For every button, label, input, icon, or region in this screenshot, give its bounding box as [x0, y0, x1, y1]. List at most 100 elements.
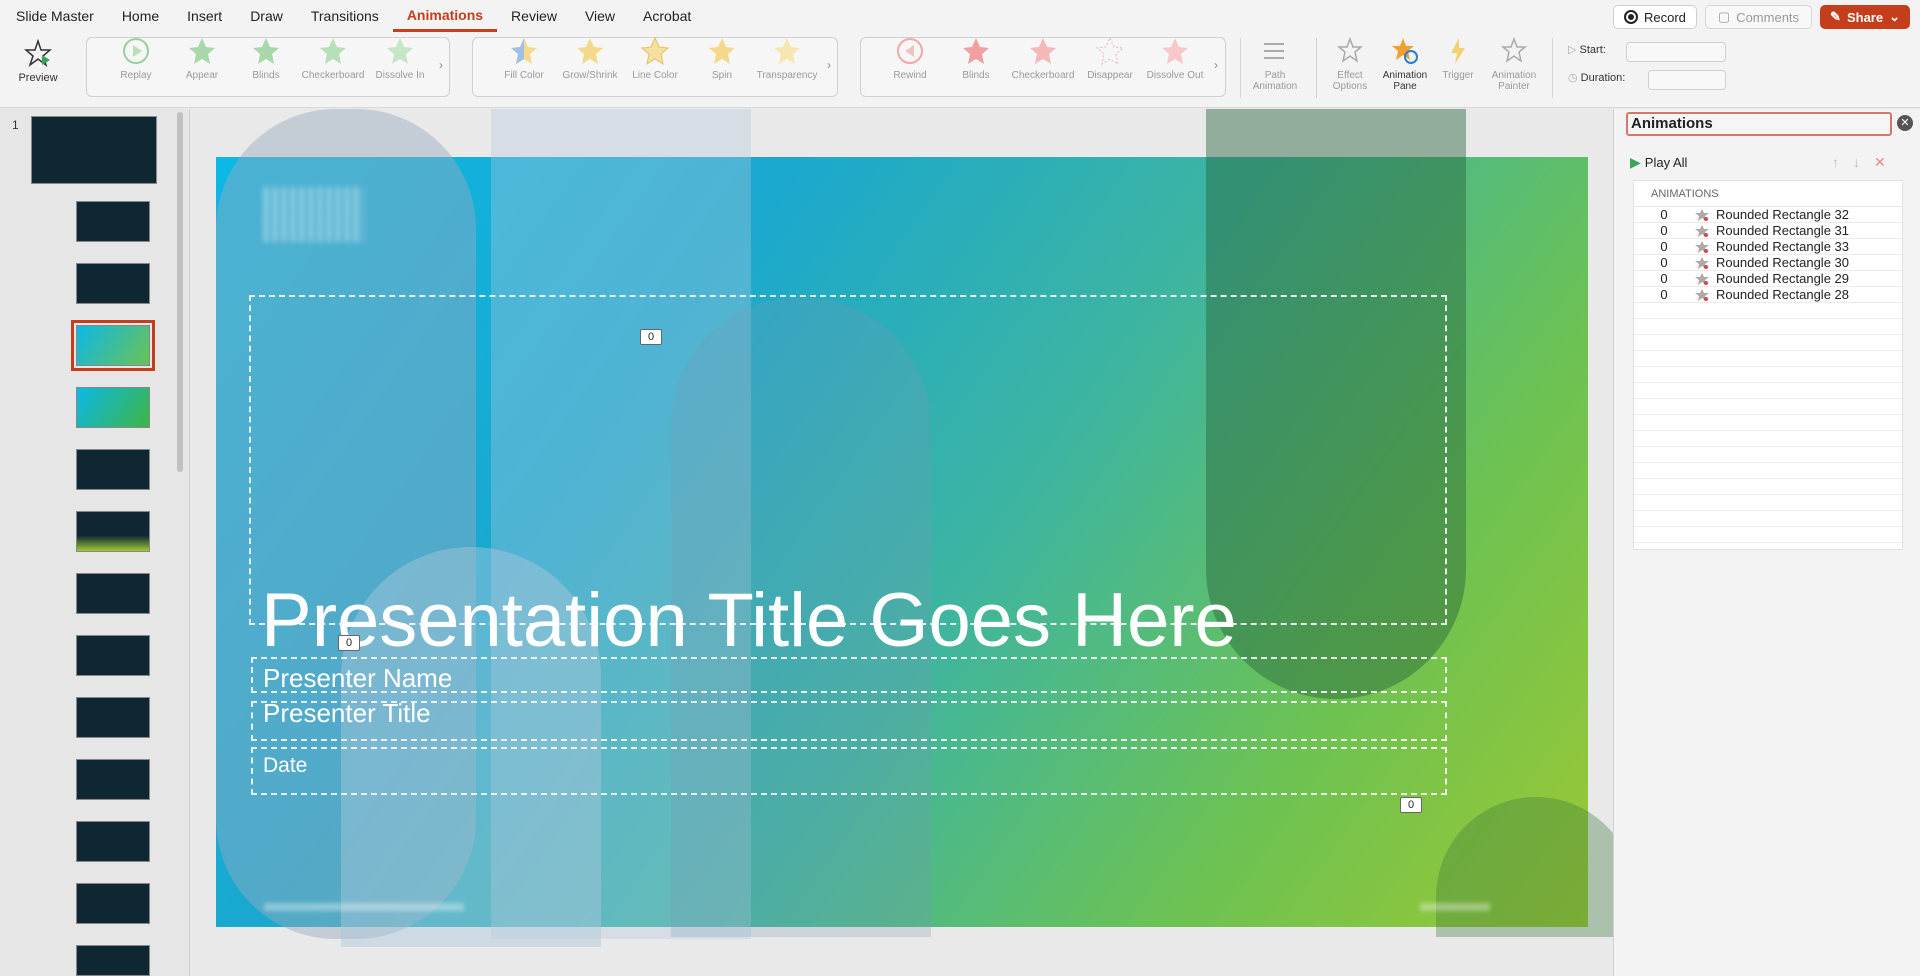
tab-view[interactable]: View: [571, 0, 629, 32]
tab-acrobat[interactable]: Acrobat: [629, 0, 705, 32]
animation-order: 0: [1660, 255, 1668, 270]
animation-pane-button[interactable]: Animation Pane: [1376, 36, 1434, 92]
effect-dissolve-in[interactable]: Dissolve In: [370, 36, 430, 81]
start-select[interactable]: [1626, 42, 1726, 62]
replay-icon: [121, 36, 151, 66]
presenter-name[interactable]: Presenter Name: [263, 663, 452, 694]
effect-dissolve-out[interactable]: Dissolve Out: [1142, 36, 1208, 81]
preview-button[interactable]: Preview: [14, 38, 62, 84]
star-icon: [385, 36, 415, 66]
path-animation-icon: [1260, 36, 1290, 66]
animation-order-tag[interactable]: 0: [338, 635, 360, 651]
date-placeholder[interactable]: [251, 747, 1447, 795]
layout-thumbnail[interactable]: [76, 573, 150, 614]
layout-thumbnail[interactable]: [76, 821, 150, 862]
gallery-scroll-icon[interactable]: ›: [439, 58, 443, 72]
presenter-title[interactable]: Presenter Title: [263, 698, 431, 729]
effect-line-color[interactable]: Line Color: [624, 36, 686, 81]
animation-order: 0: [1660, 223, 1668, 238]
effect-appear[interactable]: Appear: [172, 36, 232, 81]
effect-options-button[interactable]: Effect Options: [1322, 36, 1378, 92]
title-placeholder[interactable]: [249, 295, 1447, 625]
record-button[interactable]: Record: [1612, 5, 1697, 29]
play-all-button[interactable]: ▶ Play All: [1630, 154, 1687, 171]
empty-row: [1634, 303, 1902, 319]
effect-blinds-out[interactable]: Blinds: [946, 36, 1006, 81]
effect-blinds[interactable]: Blinds: [236, 36, 296, 81]
gallery-scroll-icon[interactable]: ›: [827, 58, 831, 72]
delete-icon[interactable]: ✕: [1874, 154, 1886, 171]
effect-checkerboard[interactable]: Checkerboard: [298, 36, 368, 81]
tab-review[interactable]: Review: [497, 0, 571, 32]
move-up-icon[interactable]: ↑: [1832, 154, 1839, 171]
effect-checkerboard-out[interactable]: Checkerboard: [1008, 36, 1078, 81]
record-icon: [1623, 10, 1638, 24]
effect-label: Fill Color: [504, 70, 544, 81]
tab-insert[interactable]: Insert: [173, 0, 236, 32]
animation-item[interactable]: 0 Rounded Rectangle 29: [1634, 271, 1902, 287]
layout-thumbnail[interactable]: [76, 945, 150, 976]
animation-order-tag[interactable]: 0: [640, 329, 662, 345]
empty-row: [1634, 399, 1902, 415]
layout-thumbnail[interactable]: [76, 697, 150, 738]
effect-replay[interactable]: Replay: [106, 36, 166, 81]
path-animation-button[interactable]: Path Animation: [1246, 36, 1304, 92]
animation-item[interactable]: 0 Rounded Rectangle 31: [1634, 223, 1902, 239]
animation-order: 0: [1660, 271, 1668, 286]
ribbon: Preview Replay Appear Blinds Checkerboar…: [0, 32, 1920, 108]
share-button[interactable]: ✎ Share ⌄: [1820, 5, 1910, 29]
layout-thumbnail[interactable]: [76, 883, 150, 924]
layout-thumbnail[interactable]: [76, 201, 150, 242]
trigger-button[interactable]: Trigger: [1432, 36, 1484, 81]
layout-thumbnail[interactable]: [76, 759, 150, 800]
tab-transitions[interactable]: Transitions: [297, 0, 393, 32]
star-icon: [707, 36, 737, 66]
layout-thumbnail[interactable]: [76, 511, 150, 552]
animation-item[interactable]: 0 Rounded Rectangle 28: [1634, 287, 1902, 303]
animation-name: Rounded Rectangle 31: [1716, 223, 1849, 238]
gallery-scroll-icon[interactable]: ›: [1214, 58, 1218, 72]
effect-grow-shrink[interactable]: Grow/Shrink: [558, 36, 622, 81]
star-effect-icon: [1695, 224, 1709, 237]
layout-thumbnail[interactable]: [76, 263, 150, 304]
tab-animations[interactable]: Animations: [392, 0, 498, 32]
tab-draw[interactable]: Draw: [236, 0, 297, 32]
animation-painter-button[interactable]: Animation Painter: [1484, 36, 1544, 92]
thumbnails-scrollbar[interactable]: [177, 112, 183, 472]
close-icon[interactable]: ✕: [1897, 115, 1913, 131]
layout-thumbnail[interactable]: [76, 387, 150, 428]
animation-order-tag[interactable]: 0: [1400, 797, 1422, 813]
slide-title[interactable]: Presentation Title Goes Here: [261, 577, 1237, 664]
layout-thumbnail[interactable]: [76, 449, 150, 490]
effect-label: Spin: [711, 70, 732, 81]
comments-button[interactable]: ▢ Comments: [1704, 5, 1813, 29]
effect-disappear[interactable]: Disappear: [1080, 36, 1140, 81]
effect-spin[interactable]: Spin: [692, 36, 752, 81]
master-thumbnail[interactable]: [31, 116, 157, 184]
layout-thumbnail[interactable]: [76, 635, 150, 676]
animation-pane: Animations ✕ ▶ Play All ↑ ↓ ✕ ANIMATIONS…: [1613, 109, 1920, 976]
duration-label: Duration:: [1580, 72, 1626, 84]
animation-item[interactable]: 0 Rounded Rectangle 30: [1634, 255, 1902, 271]
layout-thumbnail-selected[interactable]: [71, 320, 155, 371]
slide[interactable]: Presentation Title Goes Here Presenter N…: [216, 109, 1613, 947]
rewind-icon: [895, 36, 925, 66]
effect-fill-color[interactable]: Fill Color: [494, 36, 554, 81]
duration-label-wrap: ◷ Duration:: [1568, 71, 1625, 84]
tab-home[interactable]: Home: [108, 0, 173, 32]
empty-row: [1634, 479, 1902, 495]
effect-transparency[interactable]: Transparency: [752, 36, 822, 81]
rounded-rectangle-shape[interactable]: [1436, 797, 1613, 937]
tab-slide-master[interactable]: Slide Master: [0, 0, 108, 32]
animation-name: Rounded Rectangle 30: [1716, 255, 1849, 270]
effect-options-label: Effect Options: [1332, 70, 1368, 92]
animation-item[interactable]: 0 Rounded Rectangle 32: [1634, 207, 1902, 223]
move-down-icon[interactable]: ↓: [1853, 154, 1860, 171]
animation-item[interactable]: 0 Rounded Rectangle 33: [1634, 239, 1902, 255]
effect-rewind[interactable]: Rewind: [880, 36, 940, 81]
date-text[interactable]: Date: [263, 754, 307, 778]
duration-stepper[interactable]: [1648, 70, 1726, 90]
effect-label: Checkerboard: [301, 70, 365, 81]
animation-order: 0: [1660, 207, 1668, 222]
empty-row: [1634, 367, 1902, 383]
